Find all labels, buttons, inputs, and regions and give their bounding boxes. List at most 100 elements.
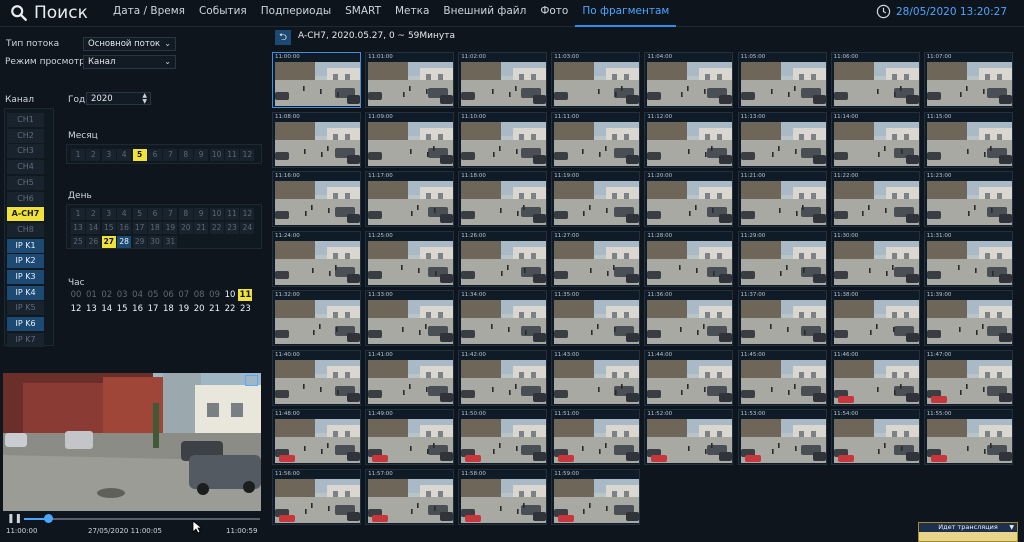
month-cell[interactable]: 2 [86,149,101,161]
fragment-thumbnail[interactable]: 11:27:00 [551,230,641,287]
day-cell[interactable]: 23 [225,222,239,234]
fragment-thumbnail[interactable]: 11:15:00 [923,111,1013,168]
fragment-thumbnail[interactable]: 11:40:00 [272,349,361,406]
fragment-thumbnail[interactable]: 11:43:00 [551,349,641,406]
channel-item[interactable]: IP K6 [7,317,44,332]
channel-item[interactable]: CH2 [7,128,44,143]
day-cell[interactable]: 31 [163,236,178,248]
day-cell[interactable]: 21 [194,222,209,234]
channel-item[interactable]: CH4 [7,160,44,175]
hour-cell[interactable]: 13 [84,303,98,315]
day-cell[interactable]: 4 [117,208,132,220]
fragment-thumbnail[interactable]: 11:02:00 [458,52,548,108]
day-cell[interactable]: 18 [148,222,162,234]
fragment-thumbnail[interactable]: 11:44:00 [644,349,734,406]
fragment-thumbnail[interactable]: 11:00:00 [272,52,361,108]
day-cell[interactable]: 26 [86,236,101,248]
fragment-thumbnail[interactable]: 11:50:00 [458,409,548,465]
hour-cell[interactable]: 21 [208,303,222,315]
fragment-thumbnail[interactable]: 11:31:00 [923,230,1013,287]
channel-item[interactable]: CH6 [7,191,44,206]
timeline-handle[interactable] [43,514,53,523]
tab-3[interactable]: Подпериоды [254,0,338,27]
fragment-thumbnail[interactable]: 11:41:00 [365,349,455,406]
fragment-thumbnail[interactable]: 11:22:00 [830,171,920,227]
day-cell[interactable]: 8 [178,208,193,220]
tab-1[interactable]: Дата / Время [106,0,192,27]
day-cell[interactable]: 30 [148,236,162,248]
channel-item[interactable]: CH8 [7,222,44,237]
hour-cell[interactable]: 12 [69,303,83,315]
hour-cell[interactable]: 02 [100,289,114,301]
channel-item[interactable]: IP K5 [7,301,44,316]
hour-cell[interactable]: 10 [223,289,237,301]
view-mode-select[interactable]: Канал ⌄ [83,55,176,69]
fragment-thumbnail[interactable]: 11:09:00 [365,111,455,168]
month-cell[interactable]: 10 [209,149,224,161]
channel-item[interactable]: IP K4 [7,285,44,300]
day-cell[interactable]: 2 [86,208,101,220]
fragment-thumbnail[interactable]: 11:46:00 [830,349,920,406]
hour-cell[interactable]: 14 [100,303,114,315]
month-cell[interactable]: 11 [225,149,239,161]
day-cell[interactable]: 13 [71,222,85,234]
fragment-thumbnail[interactable]: 11:07:00 [923,52,1013,108]
fragment-thumbnail[interactable]: 11:55:00 [923,409,1013,465]
channel-item[interactable]: IP K7 [7,332,44,347]
year-stepper[interactable]: 2020 ▲ ▼ [86,92,151,105]
month-cell[interactable]: 8 [178,149,193,161]
channel-item[interactable]: IP K1 [7,238,44,253]
fragment-thumbnail[interactable]: 11:26:00 [458,230,548,287]
tab-4[interactable]: SMART [338,0,388,27]
tab-2[interactable]: События [192,0,254,27]
tab-7[interactable]: Фото [533,0,575,27]
month-cell[interactable]: 5 [132,149,147,161]
month-cell[interactable]: 12 [240,149,255,161]
channel-item[interactable]: CH1 [7,113,44,127]
fragment-thumbnail[interactable]: 11:49:00 [365,409,455,465]
day-cell[interactable]: 3 [101,208,116,220]
day-cell[interactable]: 9 [194,208,209,220]
fragment-thumbnail[interactable]: 11:13:00 [737,111,827,168]
hour-cell[interactable]: 17 [146,303,160,315]
day-cell[interactable]: 17 [132,222,147,234]
day-cell[interactable]: 7 [163,208,178,220]
fragment-thumbnail[interactable]: 11:42:00 [458,349,548,406]
hour-cell[interactable]: 16 [131,303,145,315]
hour-cell[interactable]: 05 [146,289,160,301]
fragment-thumbnail[interactable]: 11:04:00 [644,52,734,108]
fragment-thumbnail[interactable]: 11:48:00 [272,409,361,465]
day-cell[interactable]: 16 [117,222,132,234]
fragment-thumbnail[interactable]: 11:34:00 [458,290,548,346]
fragment-thumbnail[interactable]: 11:52:00 [644,409,734,465]
hour-cell[interactable]: 04 [131,289,145,301]
day-cell[interactable]: 10 [209,208,224,220]
tab-8[interactable]: По фрагментам [575,0,677,27]
month-cell[interactable]: 6 [148,149,162,161]
fragment-thumbnail[interactable]: 11:21:00 [737,171,827,227]
day-cell[interactable]: 27 [101,236,116,248]
fragment-thumbnail[interactable]: 11:51:00 [551,409,641,465]
day-cell[interactable]: 24 [240,222,255,234]
fragment-thumbnail[interactable]: 11:54:00 [830,409,920,465]
timeline-track[interactable] [24,518,260,520]
status-badge[interactable]: Идет трансляция ▼ [918,522,1018,542]
day-cell[interactable]: 15 [101,222,116,234]
video-preview[interactable] [3,373,261,511]
tab-5[interactable]: Метка [388,0,436,27]
channel-item[interactable]: CH5 [7,175,44,190]
fragment-thumbnail[interactable]: 11:14:00 [830,111,920,168]
hour-cell[interactable]: 09 [208,289,222,301]
fragment-thumbnail[interactable]: 11:11:00 [551,111,641,168]
hour-cell[interactable]: 06 [161,289,175,301]
fragment-thumbnail[interactable]: 11:03:00 [551,52,641,108]
fragment-thumbnail[interactable]: 11:24:00 [272,230,361,287]
fragment-thumbnail[interactable]: 11:08:00 [272,111,361,168]
channel-item[interactable]: IP K3 [7,270,44,284]
fragment-thumbnail[interactable]: 11:47:00 [923,349,1013,406]
day-cell[interactable]: 19 [163,222,178,234]
fragment-thumbnail[interactable]: 11:05:00 [737,52,827,108]
pause-icon[interactable]: ❚❚ [7,514,22,524]
fragment-thumbnail[interactable]: 11:30:00 [830,230,920,287]
fragment-thumbnail[interactable]: 11:38:00 [830,290,920,346]
